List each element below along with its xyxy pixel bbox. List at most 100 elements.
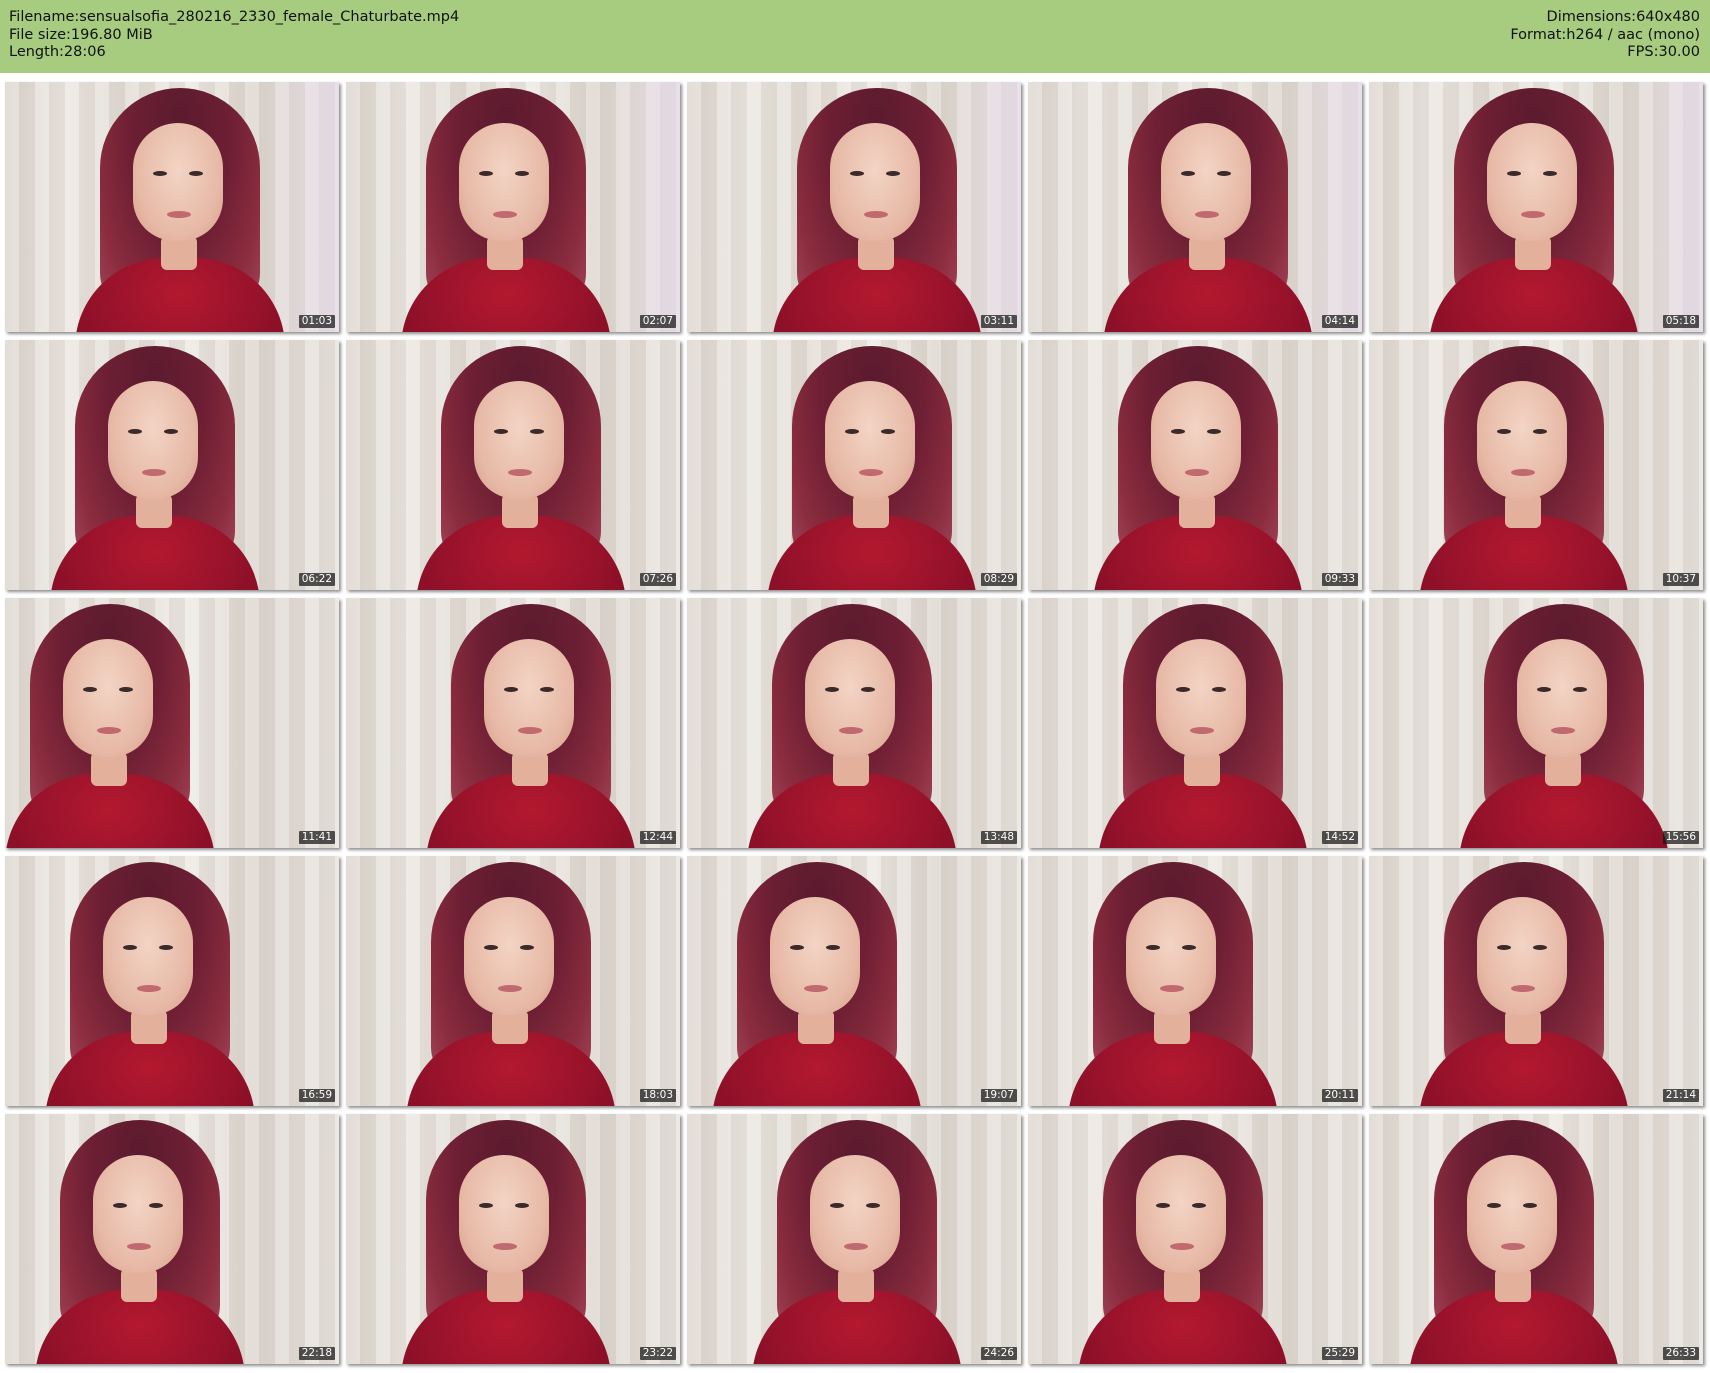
left-eye: [128, 429, 142, 434]
right-eye: [1523, 1203, 1537, 1208]
timestamp-label: 04:14: [1321, 315, 1358, 328]
neck: [1505, 1010, 1541, 1044]
video-thumbnail[interactable]: 14:52: [1028, 598, 1362, 848]
lips: [1511, 985, 1535, 992]
right-eye: [1533, 429, 1547, 434]
face: [103, 897, 193, 1015]
timestamp-label: 22:18: [298, 1347, 335, 1360]
left-eye: [504, 687, 518, 692]
timestamp-label: 10:37: [1662, 573, 1699, 586]
neck: [91, 752, 127, 786]
face: [484, 639, 574, 757]
video-thumbnail[interactable]: 09:33: [1028, 340, 1362, 590]
person-figure: [1078, 1120, 1288, 1364]
lips: [1501, 1243, 1525, 1250]
left-eye: [825, 687, 839, 692]
video-thumbnail[interactable]: 19:07: [687, 856, 1021, 1106]
left-eye: [830, 1203, 844, 1208]
video-thumbnail[interactable]: 18:03: [346, 856, 680, 1106]
lips: [142, 469, 166, 476]
filename-value: sensualsofia_280216_2330_female_Chaturba…: [79, 9, 460, 25]
right-eye: [530, 429, 544, 434]
length-value: 28:06: [63, 44, 106, 60]
left-eye: [1487, 1203, 1501, 1208]
right-eye: [540, 687, 554, 692]
timestamp-label: 13:48: [980, 831, 1017, 844]
video-thumbnail[interactable]: 16:59: [5, 856, 339, 1106]
face: [1517, 639, 1607, 757]
timestamp-label: 02:07: [639, 315, 676, 328]
timestamp-label: 01:03: [298, 315, 335, 328]
video-thumbnail[interactable]: 07:26: [346, 340, 680, 590]
right-eye: [515, 1203, 529, 1208]
lips: [493, 1243, 517, 1250]
neck: [1164, 1268, 1200, 1302]
info-right: Dimensions: 640x480 Format: h264 / aac (…: [1510, 9, 1700, 62]
video-thumbnail[interactable]: 01:03: [5, 82, 339, 332]
lips: [859, 469, 883, 476]
lips: [508, 469, 532, 476]
right-eye: [515, 171, 529, 176]
neck: [798, 1010, 834, 1044]
right-eye: [189, 171, 203, 176]
person-figure: [50, 346, 260, 590]
person-figure: [406, 862, 616, 1106]
timestamp-label: 07:26: [639, 573, 676, 586]
right-eye: [1543, 171, 1557, 176]
person-figure: [1419, 346, 1629, 590]
person-figure: [75, 88, 285, 332]
left-eye: [1497, 429, 1511, 434]
video-thumbnail[interactable]: 03:11: [687, 82, 1021, 332]
video-thumbnail[interactable]: 10:37: [1369, 340, 1703, 590]
video-thumbnail[interactable]: 26:33: [1369, 1114, 1703, 1364]
video-thumbnail[interactable]: 25:29: [1028, 1114, 1362, 1364]
person-figure: [401, 1120, 611, 1364]
video-thumbnail[interactable]: 06:22: [5, 340, 339, 590]
left-eye: [1507, 171, 1521, 176]
lips: [844, 1243, 868, 1250]
face: [459, 123, 549, 241]
person-figure: [426, 604, 636, 848]
video-thumbnail[interactable]: 05:18: [1369, 82, 1703, 332]
neck: [833, 752, 869, 786]
video-thumbnail[interactable]: 22:18: [5, 1114, 339, 1364]
face: [108, 381, 198, 499]
right-eye: [886, 171, 900, 176]
person-figure: [1409, 1120, 1619, 1364]
right-eye: [159, 945, 173, 950]
lips: [137, 985, 161, 992]
left-eye: [790, 945, 804, 950]
filesize-row: File size: 196.80 MiB: [9, 27, 459, 45]
person-figure: [1093, 346, 1303, 590]
video-thumbnail[interactable]: 23:22: [346, 1114, 680, 1364]
fps-row: FPS: 30.00: [1510, 44, 1700, 62]
face: [805, 639, 895, 757]
left-eye: [479, 1203, 493, 1208]
neck: [136, 494, 172, 528]
person-figure: [747, 604, 957, 848]
video-thumbnail[interactable]: 11:41: [5, 598, 339, 848]
person-figure: [1103, 88, 1313, 332]
right-eye: [520, 945, 534, 950]
face: [1156, 639, 1246, 757]
video-thumbnail[interactable]: 12:44: [346, 598, 680, 848]
video-thumbnail[interactable]: 08:29: [687, 340, 1021, 590]
video-thumbnail[interactable]: 21:14: [1369, 856, 1703, 1106]
person-figure: [401, 88, 611, 332]
video-thumbnail[interactable]: 15:56: [1369, 598, 1703, 848]
video-thumbnail[interactable]: 04:14: [1028, 82, 1362, 332]
timestamp-label: 19:07: [980, 1089, 1017, 1102]
left-eye: [123, 945, 137, 950]
lips: [1160, 985, 1184, 992]
window-light: [610, 82, 680, 332]
left-eye: [1171, 429, 1185, 434]
face: [1477, 381, 1567, 499]
person-figure: [5, 604, 215, 848]
face: [474, 381, 564, 499]
video-thumbnail[interactable]: 13:48: [687, 598, 1021, 848]
dimensions-value: 640x480: [1636, 9, 1700, 25]
video-thumbnail[interactable]: 24:26: [687, 1114, 1021, 1364]
video-thumbnail[interactable]: 02:07: [346, 82, 680, 332]
neck: [131, 1010, 167, 1044]
video-thumbnail[interactable]: 20:11: [1028, 856, 1362, 1106]
